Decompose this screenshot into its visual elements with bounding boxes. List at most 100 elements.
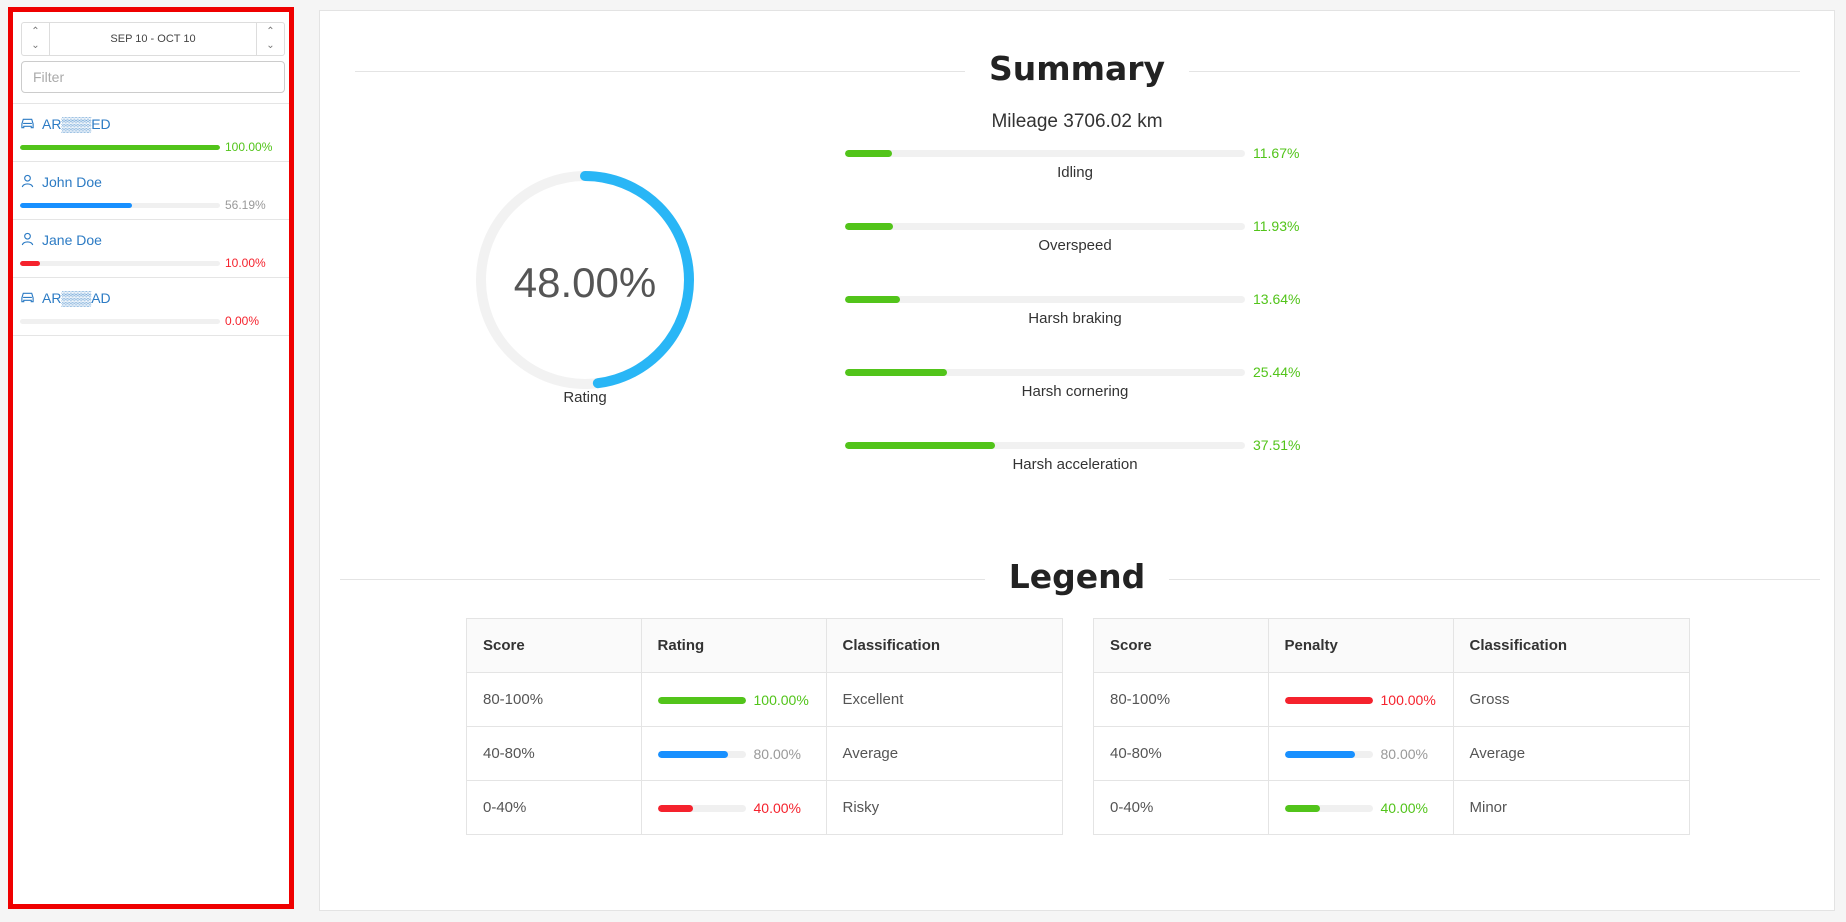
list-item-progress [20,261,220,266]
column-header: Score [1093,618,1269,673]
penalty-cell: 40.00% [1267,780,1454,835]
summary-title: Summary [320,49,1834,88]
car-icon [21,118,34,129]
rating-cell: 100.00% [640,672,827,727]
table-row: 40-80% 80.00% Average [466,726,1063,781]
mini-progress [657,750,746,758]
metric-percent: 11.67% [1253,145,1300,161]
date-range-label[interactable]: SEP 10 - OCT 10 [50,23,256,55]
list-item-name[interactable]: AR▒▒▒AD [42,290,111,306]
metric-harsh-braking: 13.64% Harsh braking [845,291,1305,336]
mini-progress [657,804,746,812]
table-row: 0-40% 40.00% Minor [1093,780,1690,835]
rating-cell: 80.00% [640,726,827,781]
list-item[interactable]: Jane Doe 10.00% [13,220,289,278]
list-item-percent: 10.00% [225,256,266,270]
column-header: Rating [640,618,827,673]
column-header: Classification [1452,618,1690,673]
metric-label: Overspeed [1038,237,1112,254]
list-item-percent: 56.19% [225,198,266,212]
rating-percent: 100.00% [753,692,809,709]
penalty-cell: 100.00% [1267,672,1454,727]
list-item[interactable]: AR▒▒▒AD 0.00% [13,278,289,336]
penalty-percent: 100.00% [1380,692,1436,709]
rating-percent: 40.00% [753,800,801,817]
metric-overspeed: 11.93% Overspeed [845,218,1305,263]
list-item-name[interactable]: John Doe [42,174,102,190]
metric-harsh-acceleration: 37.51% Harsh acceleration [845,437,1305,482]
table-row: 80-100% 100.00% Gross [1093,672,1690,727]
metric-label: Harsh braking [1028,310,1122,327]
metric-progress [845,442,1245,449]
chevron-down-icon[interactable]: ⌄ [31,39,39,53]
list-item-name[interactable]: Jane Doe [42,232,102,248]
metric-label: Harsh cornering [1021,383,1129,400]
metric-percent: 11.93% [1253,218,1300,234]
column-header: Classification [825,618,1063,673]
chevron-up-icon[interactable]: ⌃ [266,25,274,39]
table-row: 40-80% 80.00% Average [1093,726,1690,781]
metric-percent: 25.44% [1253,364,1301,380]
score-cell: 40-80% [466,726,642,781]
mini-progress [1284,750,1373,758]
classification-cell: Minor [1452,780,1690,835]
list-item[interactable]: John Doe 56.19% [13,162,289,220]
mini-progress [657,696,746,704]
mini-progress [1284,696,1373,704]
list-item-name[interactable]: AR▒▒▒ED [42,116,111,132]
date-stepper-left[interactable]: ⌃ ⌄ [22,23,50,55]
metric-progress [845,369,1245,376]
user-icon [21,232,34,246]
list-item-percent: 100.00% [225,140,273,154]
metric-idling: 11.67% Idling [845,145,1305,190]
sidebar: ⌃ ⌄ SEP 10 - OCT 10 ⌃ ⌄ AR▒▒▒ED 100.00% … [8,7,294,909]
rating-percent: 80.00% [753,746,801,763]
user-icon [21,174,34,188]
date-stepper-right[interactable]: ⌃ ⌄ [256,23,284,55]
table-header-row: Score Penalty Classification [1093,618,1690,673]
list-item[interactable]: AR▒▒▒ED 100.00% [13,104,289,162]
summary-header: Summary [320,49,1834,93]
score-cell: 80-100% [466,672,642,727]
penalty-cell: 80.00% [1267,726,1454,781]
mileage-text: Mileage 3706.02 km [991,111,1163,132]
rating-label: Rating [563,389,607,406]
score-cell: 0-40% [1093,780,1269,835]
metric-label: Harsh acceleration [1012,456,1138,473]
metric-percent: 37.51% [1253,437,1301,453]
penalty-percent: 40.00% [1380,800,1428,817]
classification-cell: Average [1452,726,1690,781]
table-row: 0-40% 40.00% Risky [466,780,1063,835]
car-icon [21,292,34,303]
classification-cell: Gross [1452,672,1690,727]
legend-title: Legend [320,557,1834,596]
score-cell: 40-80% [1093,726,1269,781]
metric-progress [845,223,1245,230]
table-row: 80-100% 100.00% Excellent [466,672,1063,727]
penalty-percent: 80.00% [1380,746,1428,763]
entity-list: AR▒▒▒ED 100.00% John Doe 56.19% Jane Doe… [13,103,289,336]
metric-harsh-cornering: 25.44% Harsh cornering [845,364,1305,409]
rating-value: 48.00% [513,259,657,306]
list-item-percent: 0.00% [225,314,260,328]
date-range-picker[interactable]: ⌃ ⌄ SEP 10 - OCT 10 ⌃ ⌄ [21,22,285,56]
main-panel: Summary Mileage 3706.02 km 48.00% Rating… [319,10,1835,911]
penalty-legend-table: Score Penalty Classification 80-100% 100… [1093,618,1690,835]
chevron-down-icon[interactable]: ⌄ [266,39,274,53]
filter-input[interactable] [21,61,285,93]
mini-progress [1284,804,1373,812]
metric-percent: 13.64% [1253,291,1301,307]
legend-header: Legend [320,557,1834,601]
score-cell: 0-40% [466,780,642,835]
metric-progress [845,296,1245,303]
classification-cell: Risky [825,780,1063,835]
metric-label: Idling [1057,164,1093,181]
list-item-progress [20,203,220,208]
classification-cell: Excellent [825,672,1063,727]
metric-progress [845,150,1245,157]
list-item-progress [20,319,220,324]
list-item-progress [20,145,220,150]
rating-cell: 40.00% [640,780,827,835]
column-header: Penalty [1267,618,1454,673]
chevron-up-icon[interactable]: ⌃ [31,25,39,39]
